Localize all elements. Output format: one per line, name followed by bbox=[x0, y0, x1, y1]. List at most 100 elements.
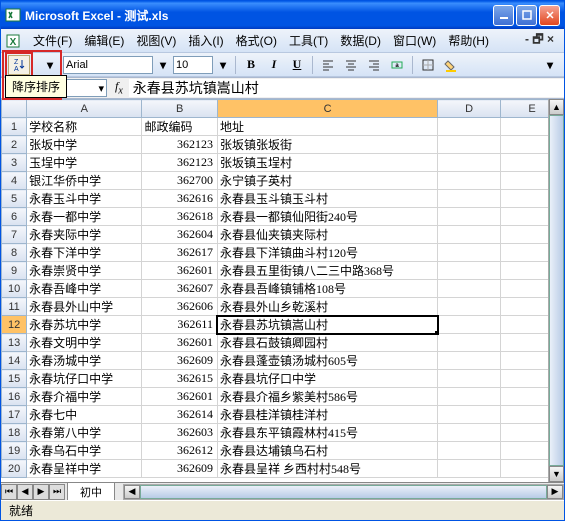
cell[interactable]: 362615 bbox=[142, 370, 217, 388]
row-header-11[interactable]: 11 bbox=[2, 298, 27, 316]
cell[interactable]: 永春县一都镇仙阳街240号 bbox=[217, 208, 437, 226]
col-header-A[interactable]: A bbox=[27, 100, 142, 118]
menu-tools[interactable]: 工具(T) bbox=[283, 30, 334, 51]
cell[interactable]: 永春县吾峰镇铺格108号 bbox=[217, 280, 437, 298]
cell[interactable]: 362123 bbox=[142, 154, 217, 172]
cell[interactable]: 银江华侨中学 bbox=[27, 172, 142, 190]
cell[interactable]: 永春乌石中学 bbox=[27, 442, 142, 460]
cell[interactable]: 永春崇贤中学 bbox=[27, 262, 142, 280]
cell[interactable]: 学校名称 bbox=[27, 118, 142, 136]
cell[interactable] bbox=[438, 118, 501, 136]
row-header-6[interactable]: 6 bbox=[2, 208, 27, 226]
row-header-19[interactable]: 19 bbox=[2, 442, 27, 460]
underline-button[interactable]: U bbox=[287, 55, 307, 75]
cell[interactable]: 362700 bbox=[142, 172, 217, 190]
row-header-4[interactable]: 4 bbox=[2, 172, 27, 190]
font-dropdown-icon[interactable]: ▾ bbox=[156, 55, 170, 75]
align-left-button[interactable] bbox=[318, 55, 338, 75]
cell[interactable] bbox=[438, 388, 501, 406]
cell[interactable]: 永春县蓬壶镇汤城村605号 bbox=[217, 352, 437, 370]
cell[interactable]: 永春县呈祥 乡西村村548号 bbox=[217, 460, 437, 478]
cell[interactable] bbox=[438, 262, 501, 280]
cell[interactable]: 362609 bbox=[142, 352, 217, 370]
cell[interactable]: 永春汤城中学 bbox=[27, 352, 142, 370]
cell[interactable] bbox=[438, 460, 501, 478]
vertical-scrollbar[interactable]: ▲ ▼ bbox=[548, 99, 564, 482]
cell[interactable]: 永春县东平镇霞林村415号 bbox=[217, 424, 437, 442]
fx-button[interactable]: fx bbox=[109, 79, 129, 96]
menu-edit[interactable]: 编辑(E) bbox=[78, 30, 130, 51]
cell[interactable]: 362606 bbox=[142, 298, 217, 316]
cell[interactable]: 永春玉斗中学 bbox=[27, 190, 142, 208]
row-header-7[interactable]: 7 bbox=[2, 226, 27, 244]
cell[interactable]: 永春第八中学 bbox=[27, 424, 142, 442]
cell[interactable]: 永春县五里街镇八二三中路368号 bbox=[217, 262, 437, 280]
sort-descending-button[interactable]: ZA bbox=[8, 55, 30, 75]
formula-input[interactable] bbox=[129, 79, 564, 97]
cell[interactable]: 永春县下洋镇曲斗村120号 bbox=[217, 244, 437, 262]
scroll-left-button[interactable]: ◀ bbox=[124, 485, 140, 499]
cell[interactable] bbox=[438, 280, 501, 298]
align-right-button[interactable] bbox=[364, 55, 384, 75]
cell[interactable]: 362612 bbox=[142, 442, 217, 460]
horizontal-scrollbar[interactable]: ◀ ▶ bbox=[123, 484, 564, 500]
cell[interactable]: 张坂中学 bbox=[27, 136, 142, 154]
row-header-18[interactable]: 18 bbox=[2, 424, 27, 442]
scroll-up-button[interactable]: ▲ bbox=[549, 99, 564, 115]
row-header-15[interactable]: 15 bbox=[2, 370, 27, 388]
row-header-5[interactable]: 5 bbox=[2, 190, 27, 208]
borders-button[interactable] bbox=[418, 55, 438, 75]
cell[interactable]: 362601 bbox=[142, 262, 217, 280]
cell[interactable] bbox=[438, 424, 501, 442]
row-header-3[interactable]: 3 bbox=[2, 154, 27, 172]
font-size-select[interactable] bbox=[173, 56, 213, 74]
cell[interactable]: 永春吾峰中学 bbox=[27, 280, 142, 298]
cell[interactable]: 永春县介福乡紫美村586号 bbox=[217, 388, 437, 406]
cell[interactable]: 永春坑仔口中学 bbox=[27, 370, 142, 388]
toolbar-overflow-icon[interactable]: ▾ bbox=[540, 55, 560, 75]
cell[interactable] bbox=[438, 208, 501, 226]
hscroll-thumb[interactable] bbox=[140, 485, 547, 499]
cell[interactable] bbox=[438, 442, 501, 460]
menu-file[interactable]: 文件(F) bbox=[27, 30, 78, 51]
row-header-1[interactable]: 1 bbox=[2, 118, 27, 136]
merge-center-button[interactable]: a bbox=[387, 55, 407, 75]
menu-format[interactable]: 格式(O) bbox=[230, 30, 283, 51]
cell[interactable]: 362601 bbox=[142, 334, 217, 352]
cell[interactable]: 玉埕中学 bbox=[27, 154, 142, 172]
cell[interactable]: 永春呈祥中学 bbox=[27, 460, 142, 478]
sheet-tab[interactable]: 初中 bbox=[67, 482, 115, 500]
menu-data[interactable]: 数据(D) bbox=[334, 30, 387, 51]
scroll-down-button[interactable]: ▼ bbox=[549, 466, 564, 482]
tab-nav-last[interactable]: ⏭ bbox=[49, 484, 65, 500]
italic-button[interactable]: I bbox=[264, 55, 284, 75]
menu-help[interactable]: 帮助(H) bbox=[442, 30, 495, 51]
cell[interactable]: 永春夹际中学 bbox=[27, 226, 142, 244]
select-all-corner[interactable] bbox=[2, 100, 27, 118]
cell[interactable]: 永春县玉斗镇玉斗村 bbox=[217, 190, 437, 208]
cell[interactable]: 永春介福中学 bbox=[27, 388, 142, 406]
col-header-B[interactable]: B bbox=[142, 100, 217, 118]
col-header-D[interactable]: D bbox=[438, 100, 501, 118]
row-header-2[interactable]: 2 bbox=[2, 136, 27, 154]
close-button[interactable] bbox=[539, 5, 560, 26]
font-name-select[interactable] bbox=[63, 56, 153, 74]
menu-view[interactable]: 视图(V) bbox=[130, 30, 182, 51]
row-header-17[interactable]: 17 bbox=[2, 406, 27, 424]
cell[interactable]: 362601 bbox=[142, 388, 217, 406]
cell[interactable] bbox=[438, 244, 501, 262]
row-header-9[interactable]: 9 bbox=[2, 262, 27, 280]
cell[interactable]: 张坂镇玉埕村 bbox=[217, 154, 437, 172]
cell[interactable]: 永春县达埔镇乌石村 bbox=[217, 442, 437, 460]
cell[interactable]: 永宁镇子英村 bbox=[217, 172, 437, 190]
cell[interactable]: 永春县外山中学 bbox=[27, 298, 142, 316]
toolbar-dropdown-icon[interactable]: ▾ bbox=[40, 55, 60, 75]
cell[interactable] bbox=[438, 370, 501, 388]
cell[interactable]: 362616 bbox=[142, 190, 217, 208]
tab-nav-first[interactable]: ⏮ bbox=[1, 484, 17, 500]
cell[interactable]: 362609 bbox=[142, 460, 217, 478]
cell[interactable]: 张坂镇张坂街 bbox=[217, 136, 437, 154]
cell[interactable]: 362123 bbox=[142, 136, 217, 154]
cell[interactable] bbox=[438, 316, 501, 334]
spreadsheet-grid[interactable]: ABCDE1学校名称邮政编码地址2张坂中学362123张坂镇张坂街3玉埕中学36… bbox=[1, 99, 564, 482]
